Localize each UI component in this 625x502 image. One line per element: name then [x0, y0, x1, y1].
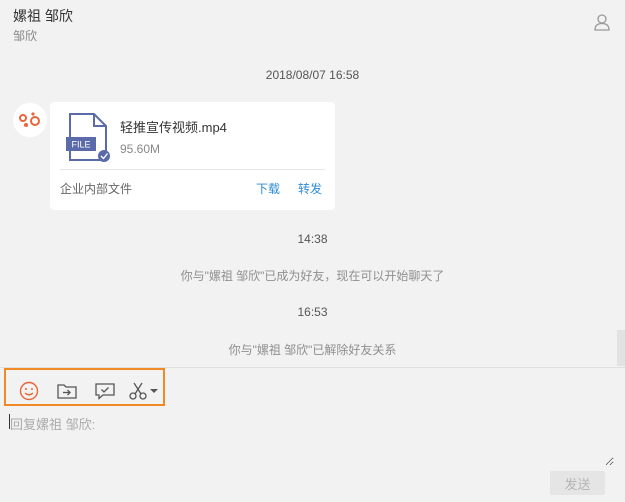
file-message-card[interactable]: FILE 轻推宣传视频.mp4 95.60M 企业内部文件 下载 转发 [50, 102, 335, 210]
timestamp: 14:38 [297, 232, 328, 246]
send-file-icon[interactable] [56, 381, 78, 401]
scissors-icon[interactable] [128, 381, 160, 401]
file-name: 轻推宣传视频.mp4 [120, 120, 227, 135]
forward-link[interactable]: 转发 [298, 180, 322, 197]
timestamp: 16:53 [297, 305, 328, 319]
download-link[interactable]: 下载 [256, 180, 280, 197]
send-button[interactable]: 发送 [550, 471, 605, 495]
composer-toolbar [4, 368, 165, 406]
file-source: 企业内部文件 [60, 182, 133, 196]
file-type-icon: FILE [66, 113, 110, 162]
chat-title: 嫘祖 邹欣 [13, 8, 73, 24]
file-icon-label: FILE [71, 140, 90, 150]
sender-avatar[interactable] [13, 103, 47, 137]
message-list: 2018/08/07 16:58 FILE 轻推宣传视频.mp4 95.60M … [0, 48, 625, 366]
message-check-icon[interactable] [94, 381, 116, 401]
emoji-icon[interactable] [18, 381, 40, 401]
chat-header: 嫘祖 邹欣 邹欣 [0, 0, 625, 48]
timestamp: 2018/08/07 16:58 [265, 68, 360, 82]
system-message: 你与"嫘祖 邹欣"已解除好友关系 [228, 343, 397, 357]
chat-subtitle: 邹欣 [13, 29, 38, 43]
reply-input[interactable] [10, 412, 614, 466]
user-profile-icon[interactable] [593, 13, 611, 31]
file-size: 95.60M [120, 142, 161, 156]
chat-scrollbar[interactable] [617, 330, 625, 366]
chevron-down-icon[interactable] [150, 389, 158, 393]
card-divider [60, 169, 325, 170]
system-message: 你与"嫘祖 邹欣"已成为好友，现在可以开始聊天了 [180, 269, 445, 283]
composer: 回复嫘祖 邹欣: 发送 [0, 367, 625, 502]
